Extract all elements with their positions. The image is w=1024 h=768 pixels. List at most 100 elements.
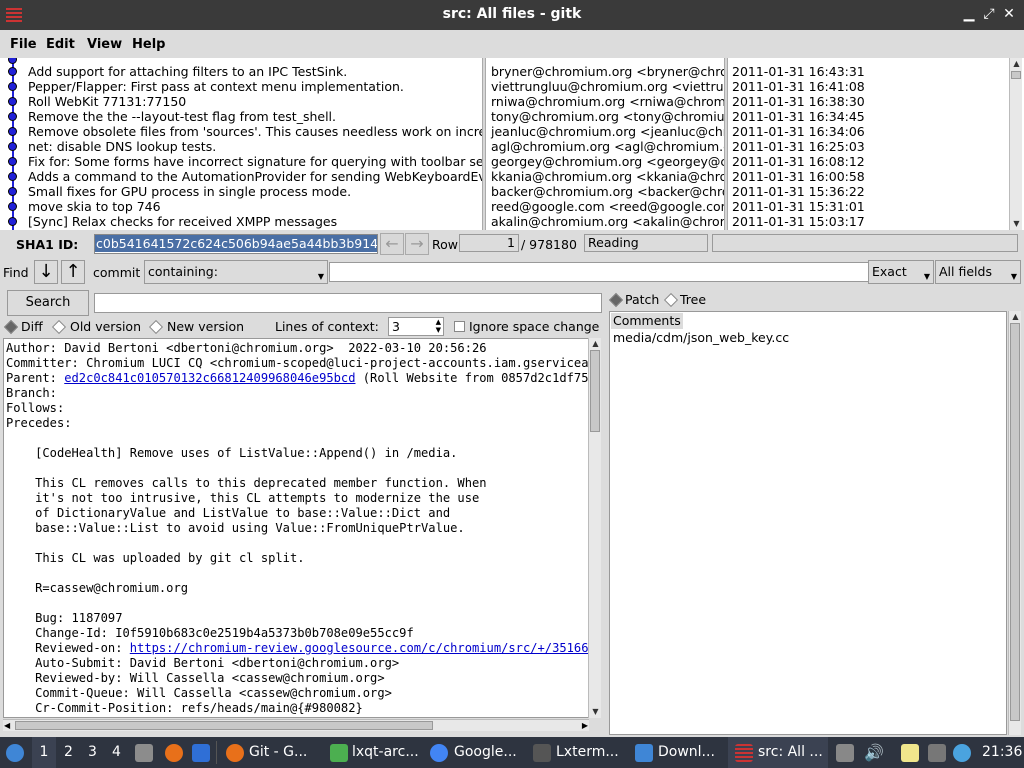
commit-author[interactable]: tony@chromium.org <tony@chromiu (491, 109, 724, 124)
commit-message[interactable]: Remove the the --layout-test flag from t… (28, 109, 336, 124)
find-input[interactable] (329, 262, 869, 282)
search-input[interactable] (94, 293, 602, 313)
commit-date[interactable]: 2011-01-31 16:41:08 (732, 79, 865, 94)
clipboard-icon[interactable] (901, 744, 919, 762)
menu-view[interactable]: View (87, 37, 122, 52)
hscroll-thumb[interactable] (15, 721, 433, 730)
commit-date[interactable]: 2011-01-31 16:25:03 (732, 139, 865, 154)
ignore-space-checkbox[interactable] (454, 321, 465, 332)
find-down-arrow-icon[interactable]: ↓ (34, 260, 58, 284)
new-version-radio[interactable] (148, 319, 164, 335)
file-manager-icon[interactable] (135, 744, 153, 762)
show-desktop-icon[interactable] (192, 744, 210, 762)
commit-graph-column[interactable]: Add support for attaching filters to an … (0, 58, 482, 230)
file-list-item[interactable]: Comments (611, 313, 683, 329)
commit-message[interactable]: Pepper/Flapper: First pass at context me… (28, 79, 404, 94)
details-scrollbar[interactable]: ▲ ▼ (588, 338, 601, 718)
context-spinbox[interactable]: 3 ▲ ▼ (388, 317, 444, 336)
commit-date[interactable]: 2011-01-31 16:08:12 (732, 154, 865, 169)
firefox-icon[interactable] (165, 744, 183, 762)
commit-date[interactable]: 2011-01-31 16:34:06 (732, 124, 865, 139)
details-hscrollbar[interactable]: ◀ ▶ (3, 719, 589, 731)
desktop-2[interactable]: 2 (64, 737, 73, 768)
commit-date[interactable]: 2011-01-31 16:38:30 (732, 94, 865, 109)
commit-date[interactable]: 2011-01-31 15:03:17 (732, 214, 865, 229)
menu-file[interactable]: File (10, 37, 37, 52)
commit-details-pane[interactable]: Author: David Bertoni <dbertoni@chromium… (3, 338, 589, 718)
commit-message[interactable]: [Sync] Relax checks for received XMPP me… (28, 214, 337, 229)
old-version-radio[interactable] (51, 319, 67, 335)
commit-author[interactable]: georgey@chromium.org <georgey@c (491, 154, 724, 169)
commit-message[interactable]: Fix for: Some forms have incorrect signa… (28, 154, 482, 169)
menu-edit[interactable]: Edit (46, 37, 75, 52)
back-arrow-icon[interactable]: ← (380, 233, 404, 255)
task-downloads[interactable]: Downl... (658, 737, 715, 768)
scroll-down-icon[interactable]: ▼ (589, 706, 602, 718)
author-column[interactable]: bryner@chromium.org <bryner@chro viettru… (488, 58, 724, 230)
menu-help[interactable]: Help (132, 37, 165, 52)
find-up-arrow-icon[interactable]: ↑ (61, 260, 85, 284)
network-icon[interactable] (953, 744, 971, 762)
commit-date[interactable]: 2011-01-31 15:31:01 (732, 199, 865, 214)
scroll-thumb[interactable] (1010, 323, 1020, 721)
field-select[interactable]: All fields ▼ (935, 260, 1021, 284)
commit-author[interactable]: akalin@chromium.org <akalin@chrom (491, 214, 724, 229)
column-divider[interactable] (724, 58, 728, 230)
diff-radio[interactable] (3, 319, 19, 335)
scroll-thumb[interactable] (590, 350, 600, 432)
scroll-right-icon[interactable]: ▶ (582, 720, 588, 731)
commit-message[interactable]: move skia to top 746 (28, 199, 161, 214)
date-column[interactable]: 2011-01-31 16:43:31 2011-01-31 16:41:08 … (729, 58, 1007, 230)
find-type[interactable]: commit (93, 265, 140, 280)
close-icon[interactable]: ✕ (1000, 5, 1018, 23)
match-type-select[interactable]: Exact ▼ (868, 260, 934, 284)
scroll-thumb[interactable] (1011, 71, 1021, 79)
spin-arrows-icon[interactable]: ▲ ▼ (436, 318, 441, 334)
commit-message[interactable]: Adds a command to the AutomationProvider… (28, 169, 482, 184)
maximize-icon[interactable]: ⤢ (980, 5, 998, 23)
task-archiver[interactable]: lxqt-arc... (352, 737, 419, 768)
volume-icon[interactable]: 🔊 (864, 737, 884, 768)
commit-list-scrollbar[interactable]: ▲ ▼ (1009, 58, 1022, 230)
commit-date[interactable]: 2011-01-31 16:34:45 (732, 109, 865, 124)
keyboard-icon[interactable] (928, 744, 946, 762)
commit-author[interactable]: rniwa@chromium.org <rniwa@chrom (491, 94, 724, 109)
commit-date[interactable]: 2011-01-31 15:36:22 (732, 184, 865, 199)
file-list-item[interactable]: media/cdm/json_web_key.cc (611, 330, 791, 346)
task-firefox[interactable]: Git - G... (249, 737, 307, 768)
forward-arrow-icon[interactable]: → (405, 233, 429, 255)
commit-message[interactable]: Add support for attaching filters to an … (28, 64, 347, 79)
task-gitk[interactable]: src: All ... (758, 737, 823, 768)
commit-date[interactable]: 2011-01-31 16:43:31 (732, 64, 865, 79)
commit-author[interactable]: agl@chromium.org <agl@chromium.c (491, 139, 724, 154)
commit-message[interactable]: Remove obsolete files from 'sources'. Th… (28, 124, 482, 139)
desktop-3[interactable]: 3 (88, 737, 97, 768)
commit-author[interactable]: bryner@chromium.org <bryner@chro (491, 64, 724, 79)
commit-author[interactable]: jeanluc@chromium.org <jeanluc@chr (491, 124, 724, 139)
file-list-scrollbar[interactable]: ▲ (1008, 311, 1021, 735)
clock[interactable]: 21:36 (982, 737, 1022, 768)
find-mode-select[interactable]: containing: ▼ (144, 260, 328, 284)
start-menu-icon[interactable] (6, 744, 24, 762)
commit-author[interactable]: backer@chromium.org <backer@chro (491, 184, 724, 199)
desktop-1[interactable]: 1 (32, 737, 56, 768)
tray-icon[interactable] (836, 744, 854, 762)
patch-radio[interactable] (608, 292, 624, 308)
desktop-4[interactable]: 4 (112, 737, 121, 768)
parent-hash-link[interactable]: ed2c0c841c010570132c66812409968046e95bcd (64, 371, 355, 385)
scroll-up-icon[interactable]: ▲ (1010, 58, 1023, 70)
tree-radio[interactable] (663, 292, 679, 308)
task-terminal[interactable]: Lxterm... (556, 737, 619, 768)
sha-id-field[interactable]: c0b541641572c624c506b94ae5a44bb3b9144e16 (94, 234, 378, 254)
commit-author[interactable]: kkania@chromium.org <kkania@chro (491, 169, 724, 184)
commit-author[interactable]: reed@google.com <reed@google.com (491, 199, 724, 214)
scroll-up-icon[interactable]: ▲ (1009, 311, 1022, 323)
review-link[interactable]: https://chromium-review.googlesource.com… (130, 641, 588, 655)
task-chrome[interactable]: Google... (454, 737, 517, 768)
search-button[interactable]: Search (7, 290, 89, 316)
column-divider[interactable] (482, 58, 486, 230)
scroll-down-icon[interactable]: ▼ (1010, 218, 1023, 230)
commit-message[interactable]: Roll WebKit 77131:77150 (28, 94, 186, 109)
commit-author[interactable]: viettrungluu@chromium.org <viettrun (491, 79, 724, 94)
file-list[interactable]: Comments media/cdm/json_web_key.cc (609, 311, 1007, 735)
